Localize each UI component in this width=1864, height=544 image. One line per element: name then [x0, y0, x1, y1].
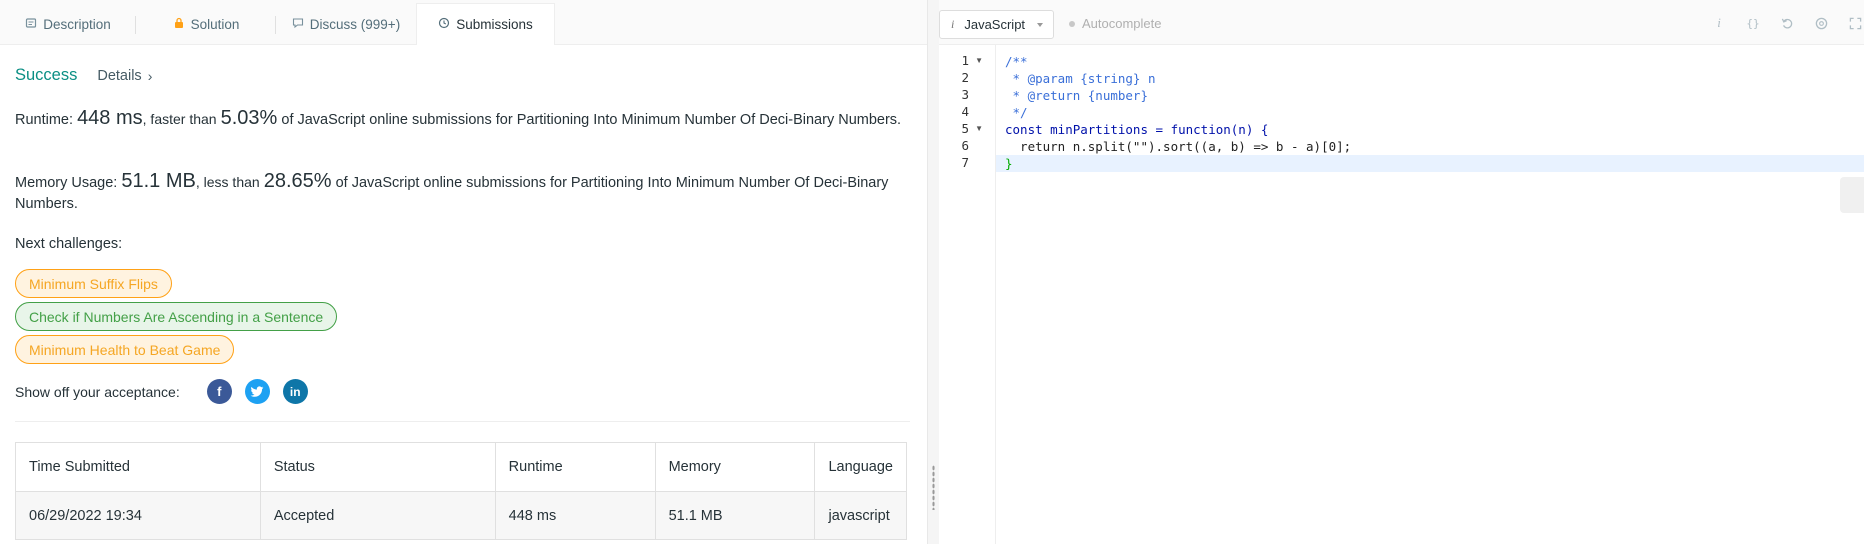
success-status: Success	[15, 66, 78, 84]
memory-percentile: 28.65%	[263, 170, 332, 192]
details-link[interactable]: Details ›	[97, 68, 152, 84]
line-number: 7	[961, 155, 969, 170]
runtime-label: Runtime:	[15, 112, 74, 128]
autocomplete-toggle[interactable]: Autocomplete	[1069, 16, 1162, 31]
runtime-faster-than: , faster than	[142, 111, 217, 127]
language-select[interactable]: i JavaScript	[939, 10, 1054, 39]
panel-splitter[interactable]	[927, 0, 939, 544]
code-line: }	[1005, 156, 1013, 171]
editor-panel: i JavaScript Autocomplete i {} 1 ▼ 2 3 4…	[939, 0, 1864, 544]
table-row[interactable]: 06/29/2022 19:34 Accepted 448 ms 51.1 MB…	[15, 491, 907, 540]
runtime-stat: Runtime: 448 ms, faster than 5.03% of Ja…	[15, 108, 910, 131]
code-line: * @return {number}	[1005, 88, 1148, 103]
challenge-chip-check-numbers-ascending[interactable]: Check if Numbers Are Ascending in a Sent…	[15, 302, 338, 331]
tab-label: Submissions	[456, 17, 533, 32]
code-line: /**	[1005, 54, 1028, 69]
description-icon	[25, 17, 37, 32]
runtime-percentile: 5.03%	[220, 107, 278, 129]
line-number: 1	[961, 53, 969, 68]
twitter-icon[interactable]	[244, 379, 270, 404]
line-number: 6	[961, 138, 969, 153]
runtime-value: 448 ms	[77, 107, 143, 129]
tab-label: Solution	[190, 17, 240, 32]
line-number: 5	[961, 121, 969, 136]
col-status[interactable]: Status	[259, 442, 496, 492]
format-braces-icon[interactable]: {}	[1744, 14, 1762, 32]
memory-value: 51.1 MB	[121, 170, 196, 192]
code-line: */	[1005, 105, 1028, 120]
details-label: Details	[97, 68, 142, 84]
line-number: 3	[961, 87, 969, 102]
runtime-description: of JavaScript online submissions for Par…	[281, 112, 902, 128]
col-memory[interactable]: Memory	[654, 442, 816, 492]
tab-discuss[interactable]: Discuss (999+)	[276, 4, 416, 45]
memory-label: Memory Usage:	[15, 175, 118, 191]
tab-label: Discuss (999+)	[309, 17, 401, 32]
col-runtime[interactable]: Runtime	[494, 442, 656, 492]
share-row: Show off your acceptance: f in	[15, 379, 321, 404]
memory-stat: Memory Usage: 51.1 MB, less than 28.65% …	[15, 171, 910, 215]
fullscreen-icon[interactable]	[1846, 14, 1864, 32]
facebook-icon[interactable]: f	[206, 379, 232, 404]
cell-memory: 51.1 MB	[654, 491, 816, 540]
line-number-gutter: 1 ▼ 2 3 4 5 ▼ 6 7	[939, 45, 996, 544]
result-header: Success Details ›	[15, 66, 152, 85]
submissions-table: Time Submitted Status Runtime Memory Lan…	[15, 442, 907, 540]
language-value: JavaScript	[964, 17, 1026, 32]
fold-arrow-icon[interactable]: ▼	[975, 56, 983, 65]
info-icon: i	[951, 17, 955, 31]
col-time-submitted[interactable]: Time Submitted	[15, 442, 261, 492]
memory-less-than: , less than	[195, 174, 260, 190]
col-language[interactable]: Language	[814, 442, 907, 492]
code-line: const minPartitions = function(n) {	[1005, 122, 1269, 137]
tab-bar: Description Solution Discuss (999+) Subm…	[0, 0, 927, 45]
tab-submissions[interactable]: Submissions	[416, 3, 555, 45]
editor-toolbar: i JavaScript Autocomplete i {}	[939, 0, 1864, 45]
lock-icon	[173, 17, 185, 32]
autocomplete-dot-icon	[1069, 20, 1075, 27]
tab-description[interactable]: Description	[0, 4, 136, 45]
code-line: * @param {string} n	[1005, 71, 1156, 86]
left-panel: Description Solution Discuss (999+) Subm…	[0, 0, 927, 544]
side-panel-tab[interactable]	[1840, 177, 1864, 213]
fold-arrow-icon[interactable]: ▼	[975, 124, 983, 133]
challenge-chip-minimum-suffix-flips[interactable]: Minimum Suffix Flips	[15, 269, 172, 298]
line-number: 4	[961, 104, 969, 119]
tab-label: Description	[43, 17, 111, 32]
autocomplete-label: Autocomplete	[1082, 16, 1162, 31]
divider	[15, 421, 910, 422]
next-challenges-label: Next challenges:	[15, 236, 123, 252]
cell-language: javascript	[814, 491, 907, 540]
drag-handle-icon[interactable]	[932, 465, 935, 510]
chevron-right-icon: ›	[147, 68, 153, 84]
reset-icon[interactable]	[1778, 14, 1796, 32]
table-header-row: Time Submitted Status Runtime Memory Lan…	[15, 442, 907, 492]
chevron-down-icon	[1037, 23, 1043, 27]
linkedin-icon[interactable]: in	[282, 379, 308, 404]
challenge-chip-minimum-health[interactable]: Minimum Health to Beat Game	[15, 335, 235, 364]
info-icon[interactable]: i	[1710, 14, 1728, 32]
share-label: Show off your acceptance:	[15, 383, 180, 400]
active-line-highlight	[996, 155, 1864, 172]
code-line: return n.split("").sort((a, b) => b - a)…	[1005, 139, 1352, 154]
discuss-icon	[292, 17, 304, 32]
cell-status-accepted[interactable]: Accepted	[259, 491, 496, 540]
clock-icon	[438, 17, 450, 32]
cell-time: 06/29/2022 19:34	[15, 491, 261, 540]
cell-runtime: 448 ms	[494, 491, 656, 540]
settings-icon[interactable]	[1812, 14, 1830, 32]
line-number: 2	[961, 70, 969, 85]
tab-solution[interactable]: Solution	[136, 4, 276, 45]
